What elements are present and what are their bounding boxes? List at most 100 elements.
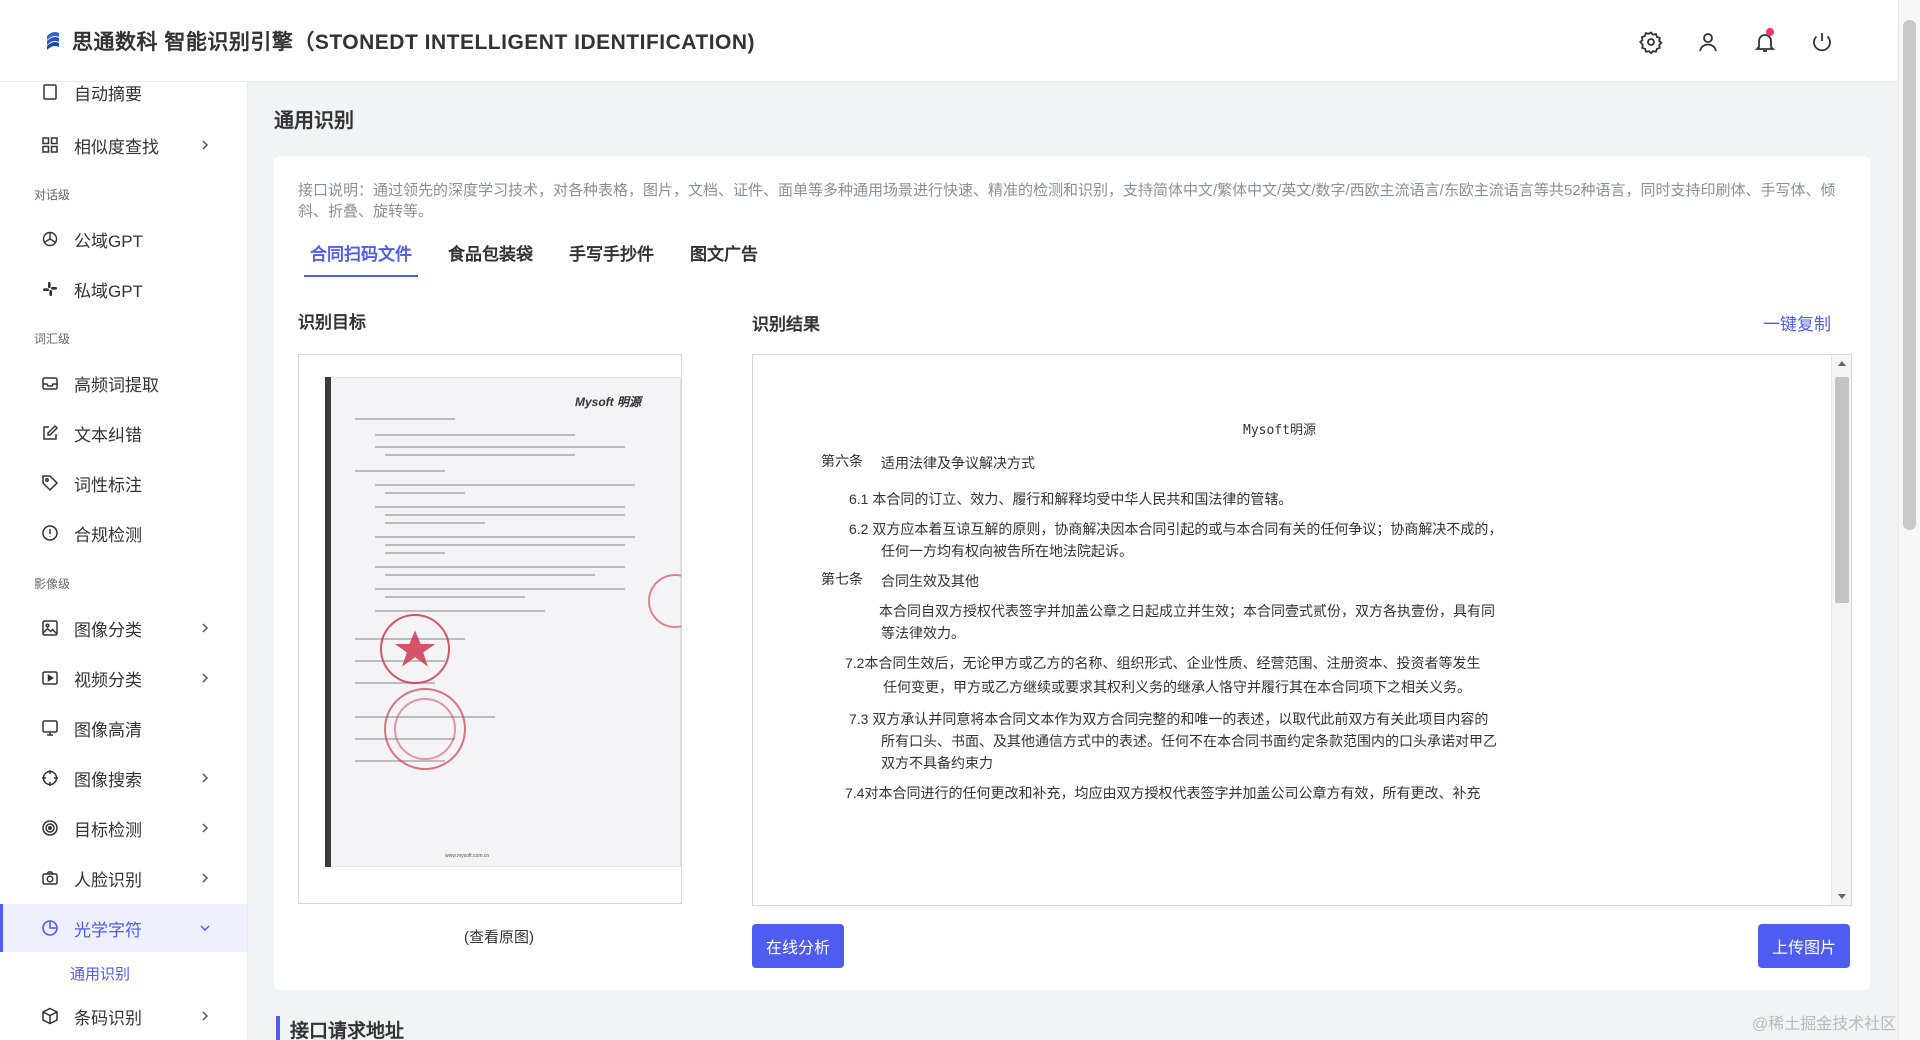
- tag-icon: [40, 473, 60, 493]
- scroll-down-arrow-icon[interactable]: [1838, 894, 1846, 899]
- brand[interactable]: 思通数科 智能识别引擎（STONEDT INTELLIGENT IDENTIFI…: [44, 26, 755, 56]
- sidebar-item-label: 条码识别: [74, 1008, 142, 1028]
- watermark: @稀土掘金技术社区: [1752, 1016, 1897, 1033]
- crosshair-icon: [40, 768, 60, 788]
- sidebar-item-label: 私域GPT: [74, 281, 143, 301]
- monitor-icon: [40, 718, 60, 738]
- result-text-area[interactable]: Mysoft明源 第六条 适用法律及争议解决方式 6.1 本合同的订立、效力、履…: [752, 354, 1852, 906]
- sidebar-item-image-hd[interactable]: 图像高清: [0, 704, 247, 752]
- company-seal-stamp: [380, 574, 681, 770]
- power-button[interactable]: [1793, 26, 1850, 58]
- sidebar-item-label: 图像搜索: [74, 770, 142, 790]
- sidebar-item-summary[interactable]: 自动摘要: [0, 82, 247, 116]
- tab-ad-image[interactable]: 图文广告: [690, 240, 758, 277]
- sidebar-item-ocr[interactable]: 光学字符: [0, 904, 247, 952]
- result-line-header: Mysoft明源: [1243, 423, 1316, 438]
- chevron-right-icon: [202, 873, 209, 883]
- sidebar-item-face-recognition[interactable]: 人脸识别: [0, 854, 247, 902]
- sidebar-item-label: 自动摘要: [74, 84, 142, 104]
- alert-circle-icon: [40, 523, 60, 543]
- result-line: 等法律效力。: [881, 625, 965, 641]
- chevron-right-icon: [202, 140, 209, 150]
- power-icon: [1812, 33, 1831, 52]
- result-scrollbar[interactable]: [1831, 355, 1851, 905]
- tab-handwriting[interactable]: 手写手抄件: [569, 240, 654, 277]
- api-section-title: 接口请求地址: [290, 1021, 405, 1040]
- sidebar: 自动摘要 相似度查找 对话级 公域GPT 私域GPT 词汇级 高频词提取 文本纠…: [0, 82, 248, 1040]
- group-title-dialog: 对话级: [34, 188, 71, 202]
- analyze-online-button[interactable]: 在线分析: [752, 924, 844, 968]
- sidebar-item-compliance[interactable]: 合规检测: [0, 509, 247, 557]
- chevron-right-icon: [202, 673, 209, 683]
- openai-icon: [40, 229, 60, 249]
- sidebar-item-pos-tagging[interactable]: 词性标注: [0, 459, 247, 507]
- settings-button[interactable]: [1622, 26, 1679, 58]
- user-button[interactable]: [1679, 26, 1736, 58]
- sidebar-item-label: 文本纠错: [74, 425, 142, 445]
- sidebar-item-keywords[interactable]: 高频词提取: [0, 359, 247, 407]
- sidebar-item-barcode[interactable]: 条码识别: [0, 992, 247, 1040]
- edit-icon: [40, 423, 60, 443]
- upload-image-button[interactable]: 上传图片: [1758, 924, 1850, 968]
- sidebar-item-video-classify[interactable]: 视频分类: [0, 654, 247, 702]
- sidebar-item-label: 光学字符: [74, 920, 142, 940]
- target-icon: [40, 818, 60, 838]
- api-description: 接口说明：通过领先的深度学习技术，对各种表格，图片，文档、证件、面单等多种通用场…: [298, 182, 1836, 220]
- result-line: 7.4对本合同进行的任何更改和补充，均应由双方授权代表签字并加盖公司公章方有效，…: [845, 785, 1481, 801]
- page-scrollbar-thumb[interactable]: [1903, 20, 1916, 530]
- result-scrollbar-thumb[interactable]: [1835, 377, 1849, 603]
- notification-button[interactable]: [1736, 26, 1793, 58]
- grid-icon: [40, 135, 60, 155]
- result-line: 双方不具备约束力: [881, 755, 993, 771]
- group-title-vocab: 词汇级: [34, 332, 71, 346]
- slack-icon: [40, 279, 60, 299]
- result-line: 7.3 双方承认并同意将本合同文本作为双方合同完整的和唯一的表述，以取代此前双方…: [849, 711, 1489, 727]
- sidebar-item-label: 人脸识别: [74, 870, 142, 890]
- sidebar-item-correction[interactable]: 文本纠错: [0, 409, 247, 457]
- sidebar-item-private-gpt[interactable]: 私域GPT: [0, 265, 247, 313]
- box-icon: [40, 1006, 60, 1026]
- contract-document-image[interactable]: Mysoft 明源 www.mysoft.com.cn: [325, 377, 681, 867]
- result-line: 7.2本合同生效后，无论甲方或乙方的名称、组织形式、企业性质、经营范围、注册资本…: [845, 655, 1481, 671]
- sample-tabs: 合同扫码文件 食品包装袋 手写手抄件 图文广告: [304, 240, 794, 277]
- notification-dot: [1766, 28, 1774, 36]
- sidebar-item-similarity[interactable]: 相似度查找: [0, 121, 247, 169]
- result-line: 任何变更，甲方或乙方继续或要求其权利义务的继承人恪守并履行其在本合同项下之相关义…: [883, 679, 1471, 695]
- scroll-up-arrow-icon[interactable]: [1838, 361, 1846, 366]
- tab-food-package[interactable]: 食品包装袋: [448, 240, 533, 277]
- result-line: 适用法律及争议解决方式: [881, 455, 1035, 471]
- tab-contract-scan[interactable]: 合同扫码文件: [304, 240, 418, 277]
- page-scrollbar[interactable]: [1898, 0, 1920, 1040]
- sidebar-item-label: 词性标注: [74, 475, 142, 495]
- result-line: 第六条: [821, 453, 863, 469]
- camera-icon: [40, 868, 60, 888]
- result-section-title: 识别结果: [752, 315, 820, 334]
- result-line: 6.1 本合同的订立、效力、履行和解释均受中华人民共和国法律的管辖。: [849, 491, 1293, 507]
- group-title-image: 影像级: [34, 577, 71, 591]
- api-section-accent: [276, 1016, 280, 1040]
- view-original-link[interactable]: (查看原图): [464, 926, 534, 947]
- sidebar-item-object-detect[interactable]: 目标检测: [0, 804, 247, 852]
- chevron-down-icon: [200, 925, 210, 932]
- sidebar-item-image-search[interactable]: 图像搜索: [0, 754, 247, 802]
- sidebar-item-label: 视频分类: [74, 670, 142, 690]
- logo-icon: [47, 31, 59, 50]
- sidebar-item-label: 公域GPT: [74, 231, 143, 251]
- sidebar-item-public-gpt[interactable]: 公域GPT: [0, 215, 247, 263]
- result-line: 任何一方均有权向被告所在地法院起诉。: [881, 543, 1133, 559]
- doc-icon: [40, 82, 60, 102]
- settings-icon: [1638, 31, 1663, 54]
- chevron-right-icon: [202, 823, 209, 833]
- target-section-title: 识别目标: [298, 313, 366, 332]
- result-line: 合同生效及其他: [881, 573, 979, 589]
- sidebar-item-image-classify[interactable]: 图像分类: [0, 604, 247, 652]
- result-line: 6.2 双方应本着互谅互解的原则，协商解决因本合同引起的或与本合同有关的任何争议…: [849, 521, 1503, 537]
- page-title: 通用识别: [274, 110, 354, 132]
- sidebar-item-label: 相似度查找: [74, 137, 159, 157]
- result-line: 所有口头、书面、及其他通信方式中的表述。任何不在本合同书面约定条款范围内的口头承…: [881, 733, 1497, 749]
- sidebar-item-label: 图像高清: [74, 720, 142, 740]
- sidebar-subitem-general-ocr[interactable]: 通用识别: [70, 963, 130, 984]
- doc-footer: www.mysoft.com.cn: [445, 853, 490, 859]
- copy-all-link[interactable]: 一键复制: [1763, 310, 1831, 335]
- target-image-box[interactable]: Mysoft 明源 www.mysoft.com.cn: [298, 354, 682, 904]
